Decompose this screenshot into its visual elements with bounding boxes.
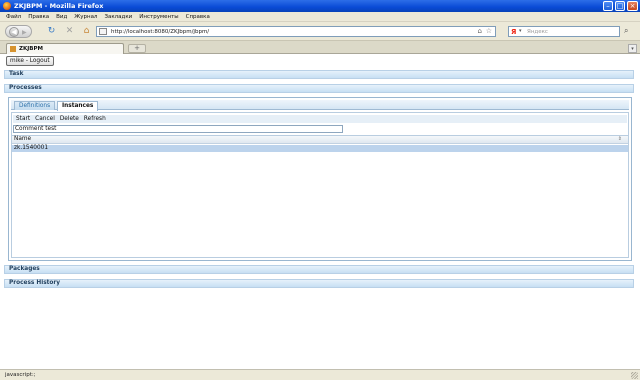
firefox-icon (3, 2, 11, 10)
processes-panel: Definitions Instances Start Cancel Delet… (8, 97, 632, 261)
start-button[interactable]: Start (16, 116, 30, 122)
chevron-down-icon[interactable]: ▾ (519, 28, 522, 34)
tab-strip: ZKJBPM + ▾ (0, 41, 640, 54)
search-placeholder: Яндекс (527, 28, 548, 35)
comment-input[interactable]: Comment test (13, 125, 343, 133)
home-icon[interactable]: ⌂ (81, 26, 92, 37)
resize-grip[interactable] (631, 372, 638, 379)
tab-title: ZKJBPM (19, 46, 43, 52)
instances-tabpanel: Start Cancel Delete Refresh Comment test… (11, 112, 629, 258)
search-icon[interactable]: ⌕ (624, 26, 628, 36)
tab-favicon (10, 46, 16, 52)
back-forward-group: ◀ ▶ (5, 25, 32, 38)
menu-bar: Файл Правка Вид Журнал Закладки Инструме… (0, 12, 640, 22)
new-tab-button[interactable]: + (128, 44, 146, 53)
navigation-toolbar: ◀ ▶ ↻ ✕ ⌂ http://localhost:8080/ZKJbpm/j… (0, 22, 640, 41)
delete-button[interactable]: Delete (60, 116, 79, 122)
process-tabs: Definitions Instances (11, 100, 629, 111)
section-packages[interactable]: Packages (4, 265, 634, 274)
menu-edit[interactable]: Правка (28, 14, 49, 20)
maximize-button[interactable]: □ (615, 1, 625, 11)
status-bar: javascript:; (0, 369, 640, 380)
instance-toolbar: Start Cancel Delete Refresh (13, 115, 627, 123)
menu-view[interactable]: Вид (56, 14, 67, 20)
section-process-history[interactable]: Process History (4, 279, 634, 288)
reload-icon[interactable]: ↻ (46, 26, 57, 37)
menu-help[interactable]: Справка (186, 14, 210, 20)
cancel-button[interactable]: Cancel (35, 116, 55, 122)
section-processes[interactable]: Processes (4, 84, 634, 93)
column-header-name[interactable]: Name ⇕ (12, 136, 628, 144)
window-title: ZKJBPM - Mozilla Firefox (14, 2, 104, 10)
site-identity-icon[interactable]: ⌂ (478, 27, 482, 35)
page-favicon (99, 28, 107, 35)
tab-instances[interactable]: Instances (57, 101, 99, 111)
title-bar: ZKJBPM - Mozilla Firefox – □ × (0, 0, 640, 12)
menu-file[interactable]: Файл (6, 14, 21, 20)
section-task[interactable]: Task (4, 70, 634, 79)
page-content: mike - Logout Task Processes Definitions… (0, 54, 640, 369)
browser-window: ZKJBPM - Mozilla Firefox – □ × Файл Прав… (0, 0, 640, 380)
address-bar[interactable]: http://localhost:8080/ZKJbpm/jbpm/ ⌂ ☆ (96, 26, 496, 37)
sort-icon[interactable]: ⇕ (618, 136, 622, 143)
table-row[interactable]: zk.1540001 (12, 145, 628, 152)
menu-bookmarks[interactable]: Закладки (104, 14, 132, 20)
stop-icon[interactable]: ✕ (64, 26, 75, 37)
close-button[interactable]: × (627, 1, 638, 11)
menu-history[interactable]: Журнал (74, 14, 97, 20)
forward-arrow-icon[interactable]: ▶ (22, 29, 27, 36)
star-icon[interactable]: ☆ (486, 27, 492, 35)
status-text: javascript:; (5, 372, 36, 378)
yandex-icon[interactable]: Я (511, 28, 516, 36)
search-box[interactable]: Я ▾ Яндекс (508, 26, 620, 37)
instances-grid: Name ⇕ zk.1540001 (12, 135, 628, 257)
menu-tools[interactable]: Инструменты (139, 14, 178, 20)
minimize-button[interactable]: – (603, 1, 613, 11)
tab-list-button[interactable]: ▾ (628, 44, 637, 53)
url-text: http://localhost:8080/ZKJbpm/jbpm/ (111, 28, 210, 35)
refresh-button[interactable]: Refresh (84, 116, 106, 122)
logout-button[interactable]: mike - Logout (6, 56, 54, 66)
tab-definitions[interactable]: Definitions (14, 101, 56, 110)
back-arrow-icon[interactable]: ◀ (9, 27, 19, 37)
tab-zkjbpm[interactable]: ZKJBPM (6, 43, 124, 54)
column-header-label: Name (14, 136, 32, 142)
